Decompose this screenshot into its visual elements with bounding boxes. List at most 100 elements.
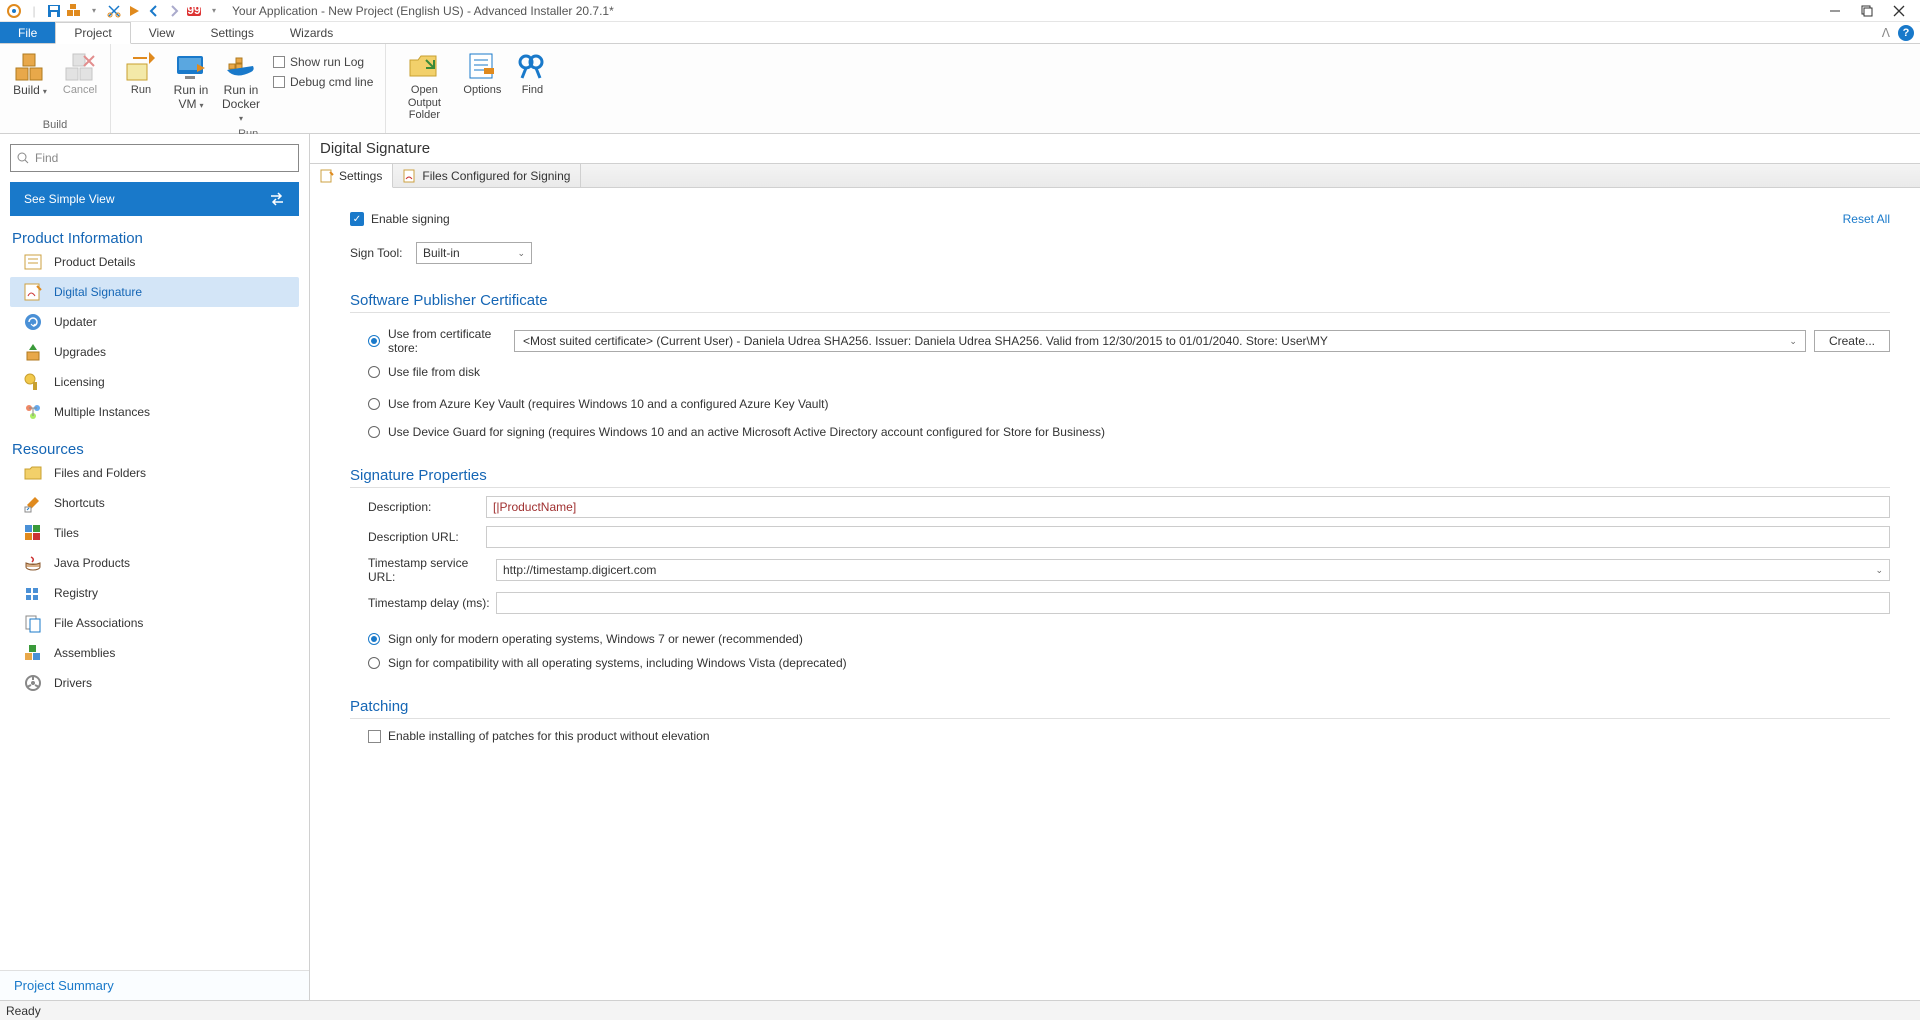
cancel-label: Cancel — [63, 84, 97, 97]
nav-product-details[interactable]: Product Details — [10, 247, 299, 277]
reset-all-link[interactable]: Reset All — [1843, 212, 1890, 226]
file-assoc-icon — [22, 612, 44, 634]
licensing-icon — [22, 371, 44, 393]
nav-tiles[interactable]: Tiles — [10, 518, 299, 548]
cert-store-select[interactable]: <Most suited certificate> (Current User)… — [514, 330, 1806, 352]
open-output-button[interactable]: Open Output Folder — [394, 48, 454, 124]
nav-label: Drivers — [54, 676, 92, 690]
run-in-docker-button[interactable]: Run in Docker ▾ — [219, 48, 263, 126]
simple-view-button[interactable]: See Simple View — [10, 182, 299, 216]
group-label-build: Build — [8, 117, 102, 131]
close-button[interactable] — [1892, 4, 1906, 18]
enable-signing-checkbox[interactable]: Enable signing — [350, 212, 450, 226]
main-panel: Digital Signature Settings Files Configu… — [310, 134, 1920, 1000]
cut-icon[interactable] — [106, 3, 122, 19]
tab-settings[interactable]: Settings — [193, 22, 272, 43]
help-icon[interactable]: ? — [1898, 25, 1914, 41]
nav-java[interactable]: Java Products — [10, 548, 299, 578]
radio-cert-azure[interactable]: Use from Azure Key Vault (requires Windo… — [350, 397, 1890, 411]
search-placeholder: Find — [35, 151, 58, 165]
nav-label: Licensing — [54, 375, 105, 389]
build-button[interactable]: Build ▾ — [8, 48, 52, 100]
show-run-log-checkbox[interactable]: Show run Log — [269, 52, 377, 72]
save-icon[interactable] — [46, 3, 62, 19]
run-docker-label: Run in Docker — [222, 83, 260, 111]
subtab-settings[interactable]: Settings — [310, 164, 393, 188]
timestamp-delay-input[interactable] — [496, 592, 1890, 614]
options-button[interactable]: Options — [460, 48, 504, 99]
nav-label: Digital Signature — [54, 285, 142, 299]
content-area: Enable signing Reset All Sign Tool: Buil… — [310, 188, 1920, 1000]
debug-cmd-checkbox[interactable]: Debug cmd line — [269, 72, 377, 92]
subtab-files[interactable]: Files Configured for Signing — [393, 164, 581, 187]
registry-icon — [22, 582, 44, 604]
maximize-button[interactable] — [1860, 4, 1874, 18]
nav-label: Product Details — [54, 255, 135, 269]
run-in-vm-button[interactable]: Run in VM ▾ — [169, 48, 213, 114]
create-button[interactable]: Create... — [1814, 330, 1890, 352]
qat-dropdown-icon[interactable]: ▾ — [206, 3, 222, 19]
radio-sign-compat[interactable]: Sign for compatibility with all operatin… — [350, 656, 1890, 670]
files-tab-icon — [403, 169, 417, 183]
folder-icon — [22, 462, 44, 484]
project-summary-link[interactable]: Project Summary — [0, 970, 309, 1000]
collapse-ribbon-icon[interactable]: ᐱ — [1882, 26, 1890, 40]
nav-licensing[interactable]: Licensing — [10, 367, 299, 397]
back-icon[interactable] — [146, 3, 162, 19]
sign-tool-select[interactable]: Built-in ⌄ — [416, 242, 532, 264]
svg-text:99: 99 — [187, 4, 201, 17]
dropdown-icon[interactable]: ▾ — [86, 3, 102, 19]
forward-icon[interactable] — [166, 3, 182, 19]
chevron-down-icon: ⌄ — [1875, 565, 1883, 576]
nav-label: Registry — [54, 586, 98, 600]
nav-files-folders[interactable]: Files and Folders — [10, 458, 299, 488]
badge-icon[interactable]: 99 — [186, 3, 202, 19]
tab-project[interactable]: Project — [55, 22, 130, 44]
nav-file-assoc[interactable]: File Associations — [10, 608, 299, 638]
nav-shortcuts[interactable]: Shortcuts — [10, 488, 299, 518]
nav-digital-signature[interactable]: Digital Signature — [10, 277, 299, 307]
ribbon-tabs: File Project View Settings Wizards ᐱ ? — [0, 22, 1920, 44]
show-run-log-label: Show run Log — [290, 55, 364, 69]
find-button[interactable]: Find — [510, 48, 554, 99]
minimize-button[interactable] — [1828, 4, 1842, 18]
nav-upgrades[interactable]: Upgrades — [10, 337, 299, 367]
chevron-down-icon: ⌄ — [1789, 336, 1797, 347]
boxes-icon[interactable] — [66, 3, 82, 19]
sign-tool-value: Built-in — [423, 246, 460, 260]
run-icon[interactable] — [126, 3, 142, 19]
updater-icon — [22, 311, 44, 333]
radio-cert-store[interactable]: Use from certificate store: <Most suited… — [350, 327, 1890, 355]
nav-assemblies[interactable]: Assemblies — [10, 638, 299, 668]
tab-file[interactable]: File — [0, 22, 55, 43]
tab-view[interactable]: View — [131, 22, 193, 43]
nav-multiple-instances[interactable]: Multiple Instances — [10, 397, 299, 427]
build-label: Build — [13, 83, 40, 97]
cancel-button[interactable]: Cancel — [58, 48, 102, 99]
nav-label: Files and Folders — [54, 466, 146, 480]
description-url-input[interactable] — [486, 526, 1890, 548]
nav-registry[interactable]: Registry — [10, 578, 299, 608]
open-output-label: Open Output Folder — [396, 84, 452, 122]
radio-sign-modern[interactable]: Sign only for modern operating systems, … — [350, 632, 1890, 646]
shortcut-icon — [22, 492, 44, 514]
timestamp-url-select[interactable]: http://timestamp.digicert.com ⌄ — [496, 559, 1890, 581]
run-button[interactable]: Run — [119, 48, 163, 99]
nav-label: Tiles — [54, 526, 79, 540]
radio-cert-file[interactable]: Use file from disk — [350, 365, 1890, 379]
nav-updater[interactable]: Updater — [10, 307, 299, 337]
tab-wizards[interactable]: Wizards — [272, 22, 351, 43]
radio-label: Use from Azure Key Vault (requires Windo… — [388, 397, 828, 411]
search-input[interactable]: Find — [10, 144, 299, 172]
subtab-label: Files Configured for Signing — [422, 169, 570, 183]
radio-cert-device[interactable]: Use Device Guard for signing (requires W… — [350, 425, 1890, 439]
drivers-icon — [22, 672, 44, 694]
nav-drivers[interactable]: Drivers — [10, 668, 299, 698]
radio-icon — [368, 366, 380, 378]
sub-tabs: Settings Files Configured for Signing — [310, 164, 1920, 188]
radio-checked-icon — [368, 335, 380, 347]
description-input[interactable] — [486, 496, 1890, 518]
window-controls — [1828, 4, 1914, 18]
sign-tool-label: Sign Tool: — [350, 246, 406, 260]
enable-patching-checkbox[interactable]: Enable installing of patches for this pr… — [350, 729, 1890, 743]
